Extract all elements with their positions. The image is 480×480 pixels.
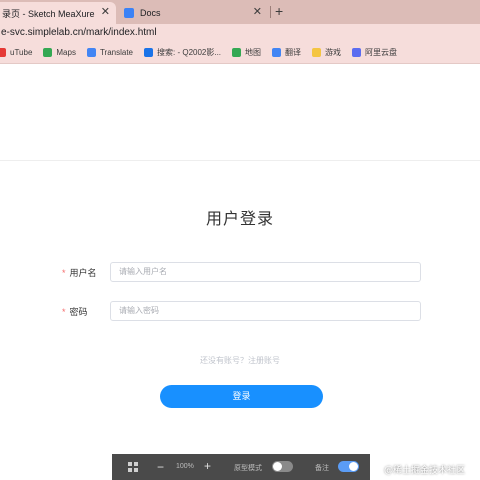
bookmark-label: Maps bbox=[56, 48, 76, 57]
password-row: * 密码 请输入密码 bbox=[62, 301, 422, 321]
toggle-knob bbox=[273, 462, 282, 471]
search-bookmark-icon bbox=[144, 48, 154, 57]
zoom-level: 100% bbox=[176, 463, 194, 470]
folder-icon bbox=[312, 48, 322, 57]
password-label: * 密码 bbox=[62, 306, 88, 317]
bookmark-label: 翻译 bbox=[285, 48, 302, 57]
required-mark: * bbox=[62, 306, 66, 317]
address-bar[interactable]: e-svc.simplelab.cn/mark/index.html bbox=[0, 24, 480, 42]
prototype-mode-toggle[interactable] bbox=[272, 461, 293, 472]
username-row: * 用户名 请输入用户名 bbox=[62, 262, 422, 282]
viewer-toolbar: − 100% + 原型模式 备注 bbox=[112, 454, 370, 480]
zoom-in-button[interactable]: + bbox=[204, 459, 211, 473]
register-link[interactable]: 还没有账号？注册账号 bbox=[0, 355, 480, 366]
tab-title: Docs bbox=[140, 8, 161, 18]
page-title: 用户登录 bbox=[205, 211, 274, 228]
username-input[interactable]: 请输入用户名 bbox=[110, 262, 421, 282]
bookmark-label: uTube bbox=[10, 48, 33, 57]
docs-favicon-icon bbox=[124, 8, 134, 18]
bookmark-item[interactable]: 搜索: - Q2002影... bbox=[144, 47, 221, 58]
toggle-knob bbox=[349, 462, 358, 471]
zoom-out-button[interactable]: − bbox=[157, 460, 164, 474]
bookmark-item[interactable]: 地图 bbox=[232, 47, 261, 58]
address-url: e-svc.simplelab.cn/mark/index.html bbox=[1, 27, 157, 38]
grid-icon[interactable] bbox=[128, 462, 138, 472]
close-tab-icon[interactable]: ✕ bbox=[253, 7, 262, 18]
header-divider bbox=[0, 160, 480, 161]
bookmark-item[interactable]: 翻译 bbox=[272, 47, 301, 58]
tab-docs[interactable]: Docs ✕ bbox=[118, 2, 268, 24]
bookmark-label: 搜索: - Q2002影... bbox=[157, 48, 222, 57]
bookmark-label: Translate bbox=[99, 48, 134, 57]
password-input[interactable]: 请输入密码 bbox=[110, 301, 421, 321]
bookmark-label: 游戏 bbox=[325, 48, 342, 57]
notes-label: 备注 bbox=[315, 465, 329, 472]
tab-strip: 录页 - Sketch MeaXure ✕ Docs ✕ + bbox=[0, 0, 480, 24]
tab-divider bbox=[270, 6, 271, 18]
username-label: * 用户名 bbox=[62, 267, 97, 278]
prototype-mode-label: 原型模式 bbox=[234, 465, 262, 472]
tab-active[interactable]: 录页 - Sketch MeaXure ✕ bbox=[0, 2, 116, 24]
bookmark-item[interactable]: 阿里云盘 bbox=[352, 47, 397, 58]
bookmarks-bar: uTube Maps Translate 搜索: - Q2002影... 地图 翻译 游戏 阿… bbox=[0, 42, 480, 64]
close-tab-icon[interactable]: ✕ bbox=[101, 7, 110, 18]
maps-icon bbox=[43, 48, 53, 57]
bookmark-label: 阿里云盘 bbox=[365, 48, 398, 57]
translate-icon bbox=[86, 48, 96, 57]
bookmark-item[interactable]: Maps bbox=[43, 48, 76, 57]
required-mark: * bbox=[62, 267, 66, 278]
login-button[interactable]: 登录 bbox=[160, 385, 323, 408]
bookmark-item[interactable]: Translate bbox=[86, 48, 134, 57]
new-tab-button[interactable]: + bbox=[275, 3, 283, 19]
youtube-icon bbox=[0, 48, 6, 57]
map-icon bbox=[232, 48, 242, 57]
translate-icon bbox=[272, 48, 282, 57]
bookmark-label: 地图 bbox=[245, 48, 262, 57]
tab-title: 录页 - Sketch MeaXure bbox=[2, 8, 95, 19]
watermark: @稀土掘金技术社区 bbox=[384, 466, 466, 476]
notes-toggle[interactable] bbox=[338, 461, 359, 472]
bookmark-item[interactable]: uTube bbox=[0, 48, 32, 57]
bookmark-item[interactable]: 游戏 bbox=[312, 47, 341, 58]
aliyun-drive-icon bbox=[352, 48, 362, 57]
